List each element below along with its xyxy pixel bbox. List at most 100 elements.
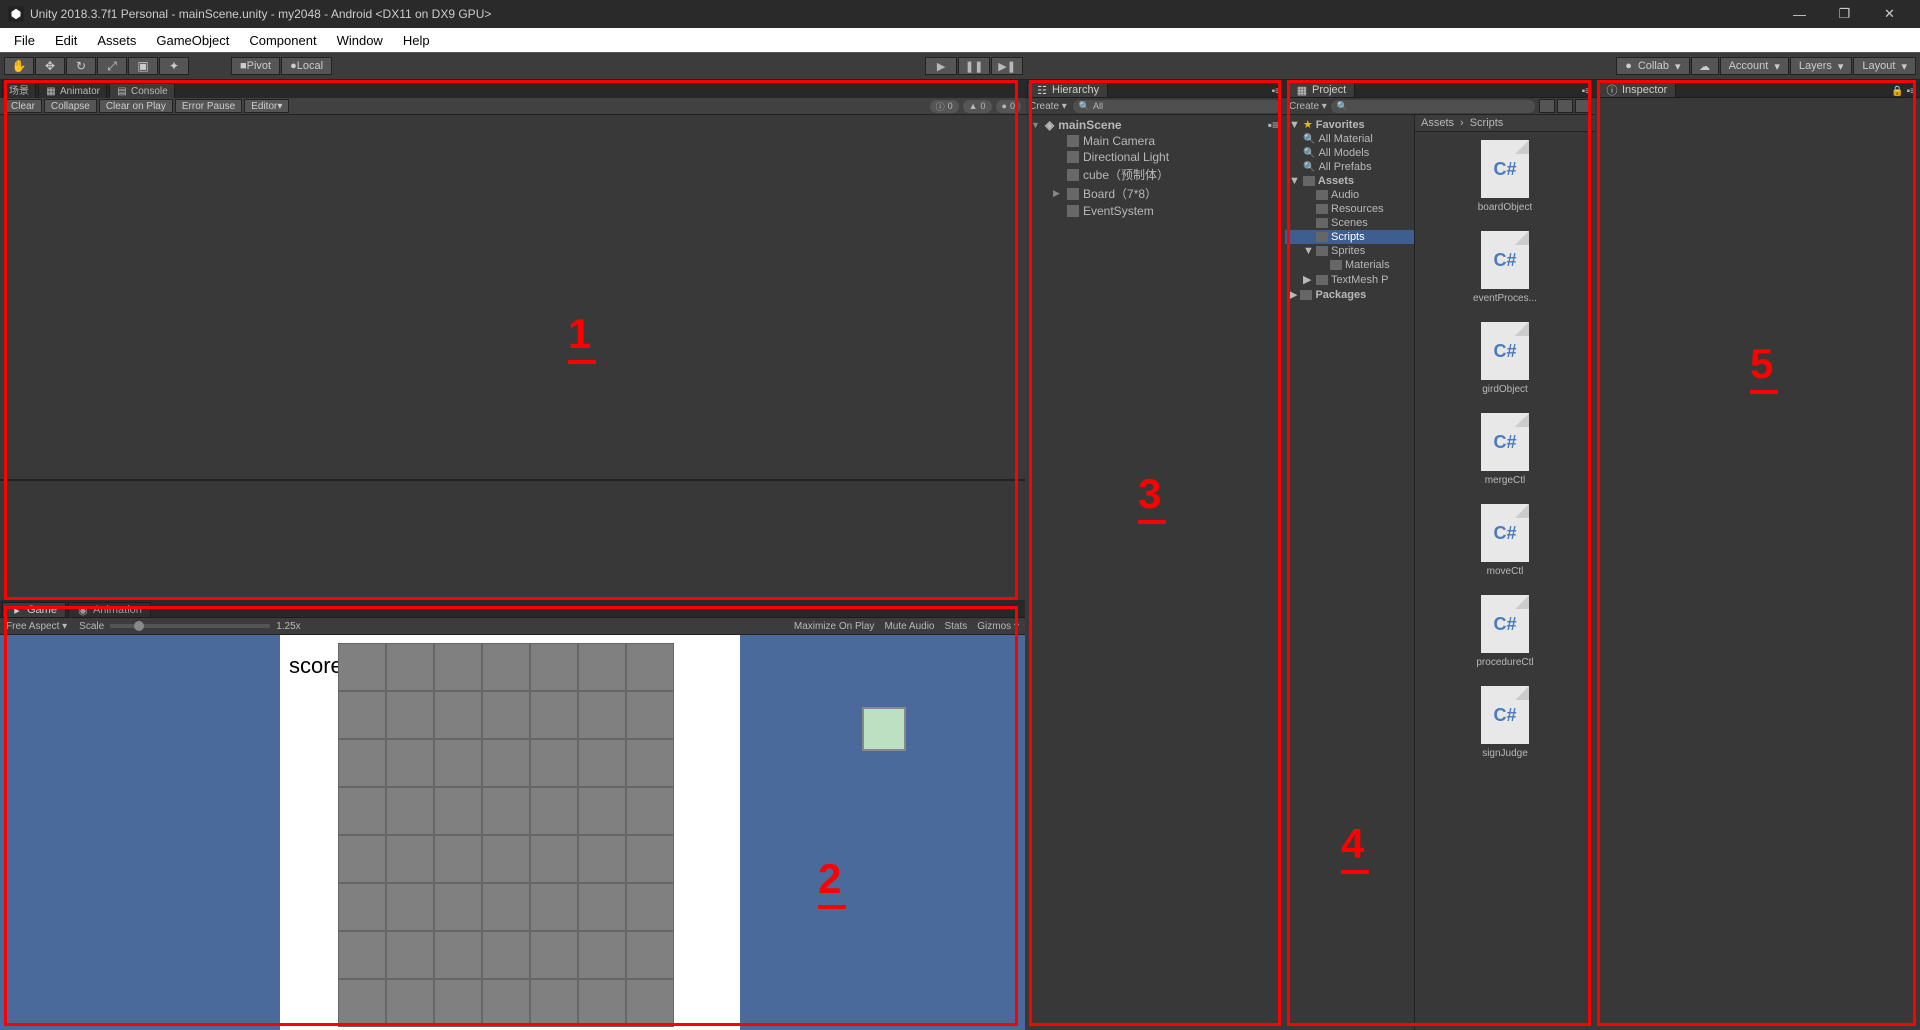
cloud-button[interactable]: ☁ (1691, 57, 1719, 75)
scene-options-icon[interactable]: ▪≡ (1268, 118, 1279, 132)
warn-count[interactable]: ▲0 (963, 100, 992, 113)
gizmos-dropdown[interactable]: Gizmos ▾ (977, 621, 1019, 632)
game-view[interactable]: score: 0 (0, 635, 1025, 1030)
breadcrumb-scripts[interactable]: Scripts (1470, 117, 1504, 129)
layers-dropdown[interactable]: Layers ▾ (1790, 57, 1853, 75)
tab-console[interactable]: ▤Console (109, 83, 175, 98)
pause-button[interactable]: ❚❚ (958, 57, 990, 75)
menu-assets[interactable]: Assets (87, 31, 146, 50)
menu-window[interactable]: Window (327, 31, 393, 50)
script-asset[interactable]: C#girdObject (1481, 322, 1529, 395)
project-tree-item[interactable]: Audio (1285, 188, 1414, 202)
scene-root[interactable]: ▼ ◈ mainScene ▪≡ (1025, 117, 1285, 133)
favorite-icon[interactable] (1575, 99, 1591, 113)
hierarchy-item[interactable]: cube（预制体） (1025, 165, 1285, 184)
console-editor[interactable]: Editor ▾ (244, 99, 289, 113)
project-icon: ▦ (1296, 84, 1308, 96)
project-tree-item[interactable]: 🔍All Prefabs (1285, 160, 1414, 174)
close-button[interactable]: ✕ (1867, 0, 1912, 28)
asset-label: girdObject (1482, 384, 1528, 395)
console-clear[interactable]: Clear (4, 99, 42, 113)
console-content (0, 115, 1025, 480)
layout-dropdown[interactable]: Layout ▾ (1853, 57, 1916, 75)
console-collapse[interactable]: Collapse (44, 99, 97, 113)
collab-dropdown[interactable]: ● Collab ▾ (1616, 57, 1689, 75)
aspect-dropdown[interactable]: Free Aspect ▾ (6, 621, 67, 632)
folder-icon (1316, 190, 1328, 200)
project-tree-item[interactable]: ▶TextMesh P (1285, 272, 1414, 287)
expand-icon[interactable]: ▶ (1053, 188, 1063, 199)
panel-menu-icon[interactable]: ▪≡ (1268, 86, 1285, 97)
script-asset[interactable]: C#moveCtl (1481, 504, 1529, 577)
error-count[interactable]: ●0 (996, 100, 1021, 113)
console-clear-on-play[interactable]: Clear on Play (99, 99, 173, 113)
project-tree-item[interactable]: ▼★Favorites (1285, 117, 1414, 132)
lock-icon[interactable]: 🔒 ▪≡ (1887, 86, 1920, 97)
play-button[interactable]: ▶ (925, 57, 957, 75)
hierarchy-item[interactable]: Main Camera (1025, 133, 1285, 149)
hierarchy-create[interactable]: Create ▾ (1029, 101, 1067, 112)
project-tree-item[interactable]: 🔍All Models (1285, 146, 1414, 160)
script-asset[interactable]: C#procedureCtl (1476, 595, 1533, 668)
grid-cell (530, 691, 578, 739)
tab-animation[interactable]: ◉Animation (68, 602, 151, 617)
project-tree-item[interactable]: Scenes (1285, 216, 1414, 230)
script-asset[interactable]: C#signJudge (1481, 686, 1529, 759)
rect-tool[interactable]: ▣ (128, 57, 158, 75)
scale-tool[interactable]: ⤢ (97, 57, 127, 75)
hierarchy-item[interactable]: ▶Board（7*8） (1025, 184, 1285, 203)
expand-icon[interactable]: ▼ (1031, 120, 1041, 130)
panel-menu-icon[interactable]: ▪≡ (1578, 86, 1595, 97)
menu-help[interactable]: Help (393, 31, 440, 50)
menu-component[interactable]: Component (239, 31, 326, 50)
filter2-icon[interactable] (1557, 99, 1573, 113)
hand-tool[interactable]: ✋ (4, 57, 34, 75)
move-tool[interactable]: ✥ (35, 57, 65, 75)
hierarchy-item[interactable]: Directional Light (1025, 149, 1285, 165)
project-tree-item[interactable]: ▼Assets (1285, 174, 1414, 188)
project-tree-item[interactable]: ▶Packages (1285, 287, 1414, 302)
filter-icon[interactable] (1539, 99, 1555, 113)
hierarchy-item[interactable]: EventSystem (1025, 203, 1285, 219)
tab-project[interactable]: ▦Project (1287, 82, 1355, 97)
tab-animator[interactable]: ▦Animator (38, 83, 107, 98)
local-toggle[interactable]: ● Local (281, 57, 332, 75)
project-tree-item[interactable]: ▼Sprites (1285, 244, 1414, 258)
script-asset[interactable]: C#eventProces... (1473, 231, 1537, 304)
project-search[interactable]: 🔍 (1331, 100, 1535, 113)
script-asset[interactable]: C#mergeCtl (1481, 413, 1529, 486)
stats-toggle[interactable]: Stats (944, 621, 967, 632)
item-label: All Models (1318, 147, 1369, 159)
tab-scene[interactable]: 场景 (2, 80, 36, 98)
rotate-tool[interactable]: ↻ (66, 57, 96, 75)
project-tree-item[interactable]: Scripts (1285, 230, 1414, 244)
maximize-button[interactable]: ❐ (1822, 0, 1867, 28)
account-dropdown[interactable]: Account ▾ (1720, 57, 1789, 75)
tab-hierarchy[interactable]: ☷Hierarchy (1027, 82, 1108, 97)
transform-tool[interactable]: ✦ (159, 57, 189, 75)
minimize-button[interactable]: — (1777, 0, 1822, 28)
info-count[interactable]: ⓘ0 (930, 100, 959, 113)
grid-cell (578, 931, 626, 979)
menu-gameobject[interactable]: GameObject (146, 31, 239, 50)
breadcrumb-assets[interactable]: Assets (1421, 117, 1454, 129)
tab-game[interactable]: ▸Game (2, 602, 66, 617)
scale-slider[interactable] (110, 624, 270, 628)
project-create[interactable]: Create ▾ (1289, 101, 1327, 112)
console-error-pause[interactable]: Error Pause (175, 99, 242, 113)
pivot-toggle[interactable]: ■ Pivot (231, 57, 280, 75)
project-tree-item[interactable]: 🔍All Material (1285, 132, 1414, 146)
menu-edit[interactable]: Edit (45, 31, 87, 50)
error-count-value: 0 (1010, 101, 1015, 111)
mute-toggle[interactable]: Mute Audio (884, 621, 934, 632)
maximize-toggle[interactable]: Maximize On Play (794, 621, 875, 632)
script-asset[interactable]: C#boardObject (1478, 140, 1532, 213)
tab-inspector[interactable]: ⓘInspector (1597, 82, 1676, 97)
project-tree-item[interactable]: Materials (1285, 258, 1414, 272)
grid-cell (386, 931, 434, 979)
asset-label: mergeCtl (1485, 475, 1526, 486)
step-button[interactable]: ▶❚ (991, 57, 1023, 75)
menu-file[interactable]: File (4, 31, 45, 50)
hierarchy-search[interactable]: 🔍All (1073, 100, 1281, 113)
project-tree-item[interactable]: Resources (1285, 202, 1414, 216)
